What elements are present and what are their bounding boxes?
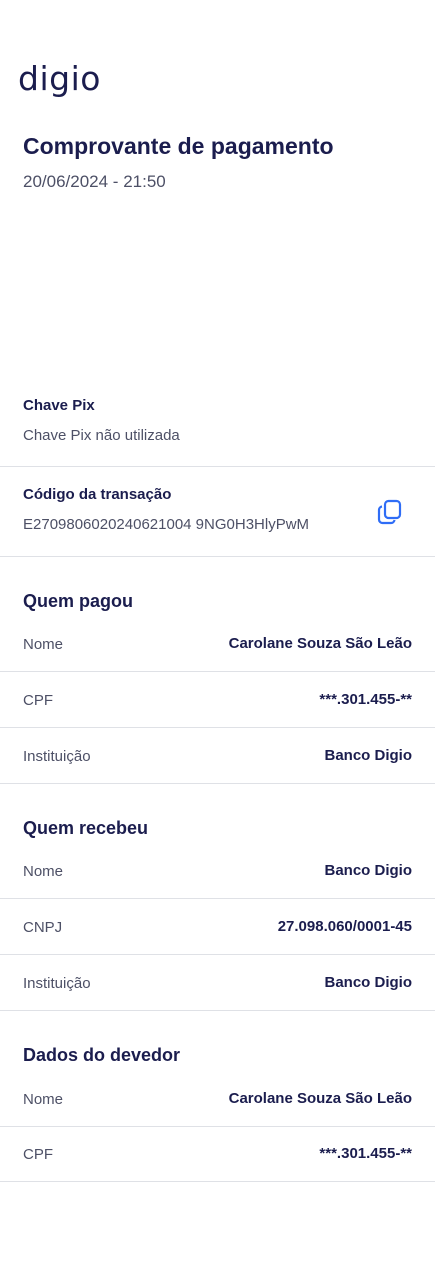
payment-datetime: 20/06/2024 - 21:50 (23, 172, 166, 191)
divider (0, 556, 435, 557)
copy-icon (377, 499, 402, 525)
payer-institution-value: Banco Digio (324, 747, 412, 764)
pix-key-label: Chave Pix (23, 397, 95, 414)
receiver-section-title: Quem recebeu (23, 818, 149, 838)
copy-button[interactable] (376, 498, 404, 526)
divider (0, 783, 435, 784)
divider (0, 671, 435, 672)
divider (0, 954, 435, 955)
payer-section-title: Quem pagou (23, 591, 134, 611)
digio-logo: digio (18, 59, 101, 98)
divider (0, 1010, 435, 1011)
debtor-cpf-label: CPF (23, 1146, 53, 1163)
divider (0, 898, 435, 899)
debtor-name-value: Carolane Souza São Leão (228, 1090, 412, 1107)
debtor-section-title: Dados do devedor (23, 1045, 181, 1065)
debtor-name-label: Nome (23, 1091, 64, 1108)
receiver-cnpj-value: 27.098.060/0001-45 (277, 918, 412, 935)
receiver-name-value: Banco Digio (324, 862, 412, 879)
divider (0, 1181, 435, 1182)
receiver-institution-value: Banco Digio (324, 974, 412, 991)
transaction-code-value: E2709806020240621004 9NG0H3HlyPwM (23, 516, 310, 533)
payer-institution-label: Instituição (23, 748, 91, 765)
divider (0, 1126, 435, 1127)
pix-key-value: Chave Pix não utilizada (23, 427, 180, 444)
transaction-code-label: Código da transação (23, 486, 172, 503)
payer-cpf-value: ***.301.455-** (319, 691, 412, 708)
payer-name-value: Carolane Souza São Leão (228, 635, 412, 652)
receiver-institution-label: Instituição (23, 975, 91, 992)
page-title: Comprovante de pagamento (23, 133, 334, 159)
payer-cpf-label: CPF (23, 692, 53, 709)
payer-name-label: Nome (23, 636, 64, 653)
debtor-cpf-value: ***.301.455-** (319, 1145, 412, 1162)
divider (0, 466, 435, 467)
receiver-cnpj-label: CNPJ (23, 919, 63, 936)
receiver-name-label: Nome (23, 863, 64, 880)
divider (0, 727, 435, 728)
